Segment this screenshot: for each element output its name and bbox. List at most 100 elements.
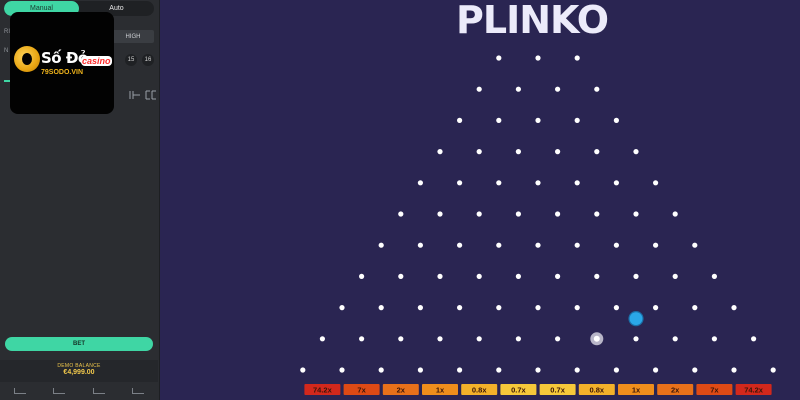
peg [476,86,482,92]
peg [476,211,482,217]
peg [770,367,776,373]
plinko-ball [628,311,644,327]
peg [535,305,541,311]
peg [496,367,502,373]
peg [711,336,718,342]
peg [515,273,522,279]
multiplier-label: 7x [357,386,366,395]
peg [515,211,522,217]
peg [633,273,639,279]
hit-peg [593,335,600,342]
peg [398,211,404,217]
peg [555,149,561,155]
peg [417,180,423,186]
peg [692,367,698,373]
peg [555,273,561,279]
multiplier-label: 1x [632,386,641,395]
peg [613,117,620,123]
peg [378,305,384,311]
peg [496,242,502,248]
peg [496,117,502,123]
multiplier-label: 74.2x [313,386,333,395]
peg [653,180,659,186]
multiplier-label: 7x [710,386,719,395]
peg [594,149,600,155]
peg [398,336,404,342]
peg [457,117,463,123]
peg [457,242,463,248]
peg [476,336,482,342]
peg [613,180,620,186]
peg [319,336,325,342]
peg [535,367,541,373]
peg [672,211,678,217]
peg [417,367,423,373]
peg [496,55,502,61]
peg [457,305,463,311]
peg [574,180,580,186]
peg [613,242,620,248]
plinko-board: 74.2x 7x 2x 1x 0.8x 0.7x 0.7x 0.8x 1x 2x 7x 74.2x [300,55,776,395]
peg [574,55,580,61]
peg [633,336,639,342]
peg [692,242,698,248]
peg [437,149,443,155]
multiplier-label: 0.7x [511,386,526,395]
multiplier-label: 74.2x [744,386,764,395]
peg [437,211,443,217]
peg [515,86,522,92]
peg [417,305,423,311]
peg [437,336,443,342]
multiplier-label: 1x [436,386,445,395]
peg [535,117,541,123]
peg [417,242,423,248]
peg [594,211,600,217]
multiplier-label: 0.8x [589,386,604,395]
peg [476,273,482,279]
peg [515,149,522,155]
peg [535,180,541,186]
peg [535,242,541,248]
peg [515,336,522,342]
peg [457,367,463,373]
peg [378,242,384,248]
peg [731,305,737,311]
peg [574,367,580,373]
peg [633,149,639,155]
multiplier-label: 0.7x [550,386,565,395]
peg [300,367,306,373]
peg [339,367,345,373]
peg [692,305,698,311]
peg [398,273,404,279]
peg [613,305,620,311]
peg [535,55,541,61]
peg [574,305,580,311]
multiplier-label: 2x [397,386,406,395]
peg [496,305,502,311]
peg [359,336,365,342]
peg [731,367,737,373]
multiplier-label: 2x [671,386,680,395]
peg [574,242,580,248]
peg [613,367,620,373]
peg [653,305,659,311]
peg [555,336,561,342]
multiplier-label: 0.8x [472,386,487,395]
peg [672,336,678,342]
peg [496,180,502,186]
peg [672,273,678,279]
peg [378,367,384,373]
peg [594,86,600,92]
peg [555,211,561,217]
peg [437,273,443,279]
peg [594,273,600,279]
peg [476,149,482,155]
peg [633,211,639,217]
peg [555,86,561,92]
peg [339,305,345,311]
peg [457,180,463,186]
peg [711,273,718,279]
peg [653,242,659,248]
peg [751,336,757,342]
peg [574,117,580,123]
